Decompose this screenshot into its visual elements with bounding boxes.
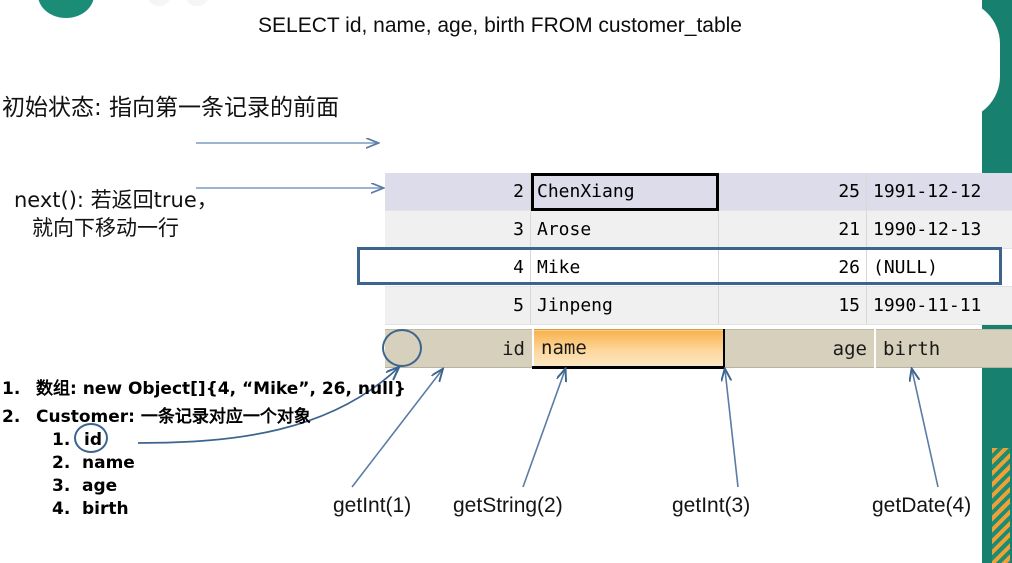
list-item: 2. name	[2, 453, 406, 473]
cell-age[interactable]: 26	[718, 248, 867, 287]
list-item-number: 1.	[52, 430, 71, 450]
table-row[interactable]: 3 Arose 21 1990-12-13	[385, 210, 1012, 249]
getter-label-id: getInt(1)	[333, 494, 412, 517]
note-next-line1: next(): 若返回true，	[14, 188, 218, 212]
cell-birth[interactable]: 1991-12-12	[866, 173, 1012, 211]
list-item-label: Customer: 一条记录对应一个对象	[36, 407, 311, 427]
cell-name[interactable]: Mike	[530, 248, 719, 287]
sql-statement-title: SELECT id, name, age, birth FROM custome…	[258, 14, 742, 37]
list-item-label: 数组: new Object[]{4, “Mike”, 26, null}	[36, 379, 406, 399]
result-set-table: 2 ChenXiang 25 1991-12-12 3 Arose 21 199…	[385, 173, 1012, 325]
cell-age[interactable]: 21	[718, 210, 867, 249]
table-row[interactable]: 5 Jinpeng 15 1990-11-11	[385, 286, 1012, 325]
ghost-dot-icon	[186, 0, 208, 6]
cell-id[interactable]: 3	[385, 210, 531, 249]
column-header-name[interactable]: name	[532, 329, 725, 369]
cell-id[interactable]: 2	[385, 173, 531, 211]
cell-name[interactable]: Arose	[530, 210, 719, 249]
table-row[interactable]: 4 Mike 26 (NULL)	[385, 248, 1012, 287]
cell-id[interactable]: 4	[385, 248, 531, 287]
arrow-getdate4-to-birth	[912, 370, 939, 488]
list-item-number: 1.	[2, 379, 21, 399]
list-item-number: 2.	[2, 407, 21, 427]
list-item-label: birth	[82, 499, 129, 519]
column-header-birth[interactable]: birth	[875, 329, 1012, 368]
note-next-line2: 就向下移动一行	[32, 216, 179, 241]
list-item: 2. Customer: 一条记录对应一个对象	[2, 402, 406, 427]
getter-label-name: getString(2)	[453, 494, 563, 517]
note-next-method: next(): 若返回true， 就向下移动一行	[14, 186, 218, 243]
note-initial-state: 初始状态: 指向第一条记录的前面	[2, 95, 340, 121]
list-item-label: name	[82, 453, 135, 473]
list-item: 1. 数组: new Object[]{4, “Mike”, 26, null}	[2, 374, 406, 399]
column-header-age[interactable]: age	[724, 329, 876, 368]
hatched-corner-badge	[992, 448, 1010, 563]
getter-label-age: getInt(3)	[672, 494, 751, 517]
cell-age[interactable]: 25	[718, 173, 867, 211]
cell-birth[interactable]: 1990-12-13	[866, 210, 1012, 249]
getter-label-birth: getDate(4)	[872, 494, 972, 517]
list-item: 3. age	[2, 476, 406, 496]
arrow-getstring2-to-name	[522, 370, 565, 488]
list-item-label-id-circled: id	[74, 423, 108, 453]
cell-id[interactable]: 5	[385, 286, 531, 325]
column-header-id[interactable]: id	[385, 329, 534, 368]
ghost-dot-icon	[148, 0, 170, 6]
result-set-body: 2 ChenXiang 25 1991-12-12 3 Arose 21 199…	[385, 173, 1012, 325]
cell-age[interactable]: 15	[718, 286, 867, 325]
column-header-strip: id name age birth	[385, 329, 1012, 369]
cell-birth[interactable]: (NULL)	[866, 248, 1012, 287]
list-item-number: 2.	[52, 453, 71, 473]
cell-birth[interactable]: 1990-11-11	[866, 286, 1012, 325]
cell-name[interactable]: ChenXiang	[530, 173, 719, 211]
arrow-getint3-to-age	[725, 370, 739, 488]
list-item-number: 4.	[52, 499, 71, 519]
list-item-number: 3.	[52, 476, 71, 496]
table-row[interactable]: 2 ChenXiang 25 1991-12-12	[385, 173, 1012, 211]
column-header-row: id name age birth	[385, 329, 1012, 369]
slide-canvas: SELECT id, name, age, birth FROM custome…	[0, 0, 1012, 563]
list-item-label: age	[82, 476, 118, 496]
list-item: 1. id	[2, 423, 406, 453]
cell-name[interactable]: Jinpeng	[530, 286, 719, 325]
